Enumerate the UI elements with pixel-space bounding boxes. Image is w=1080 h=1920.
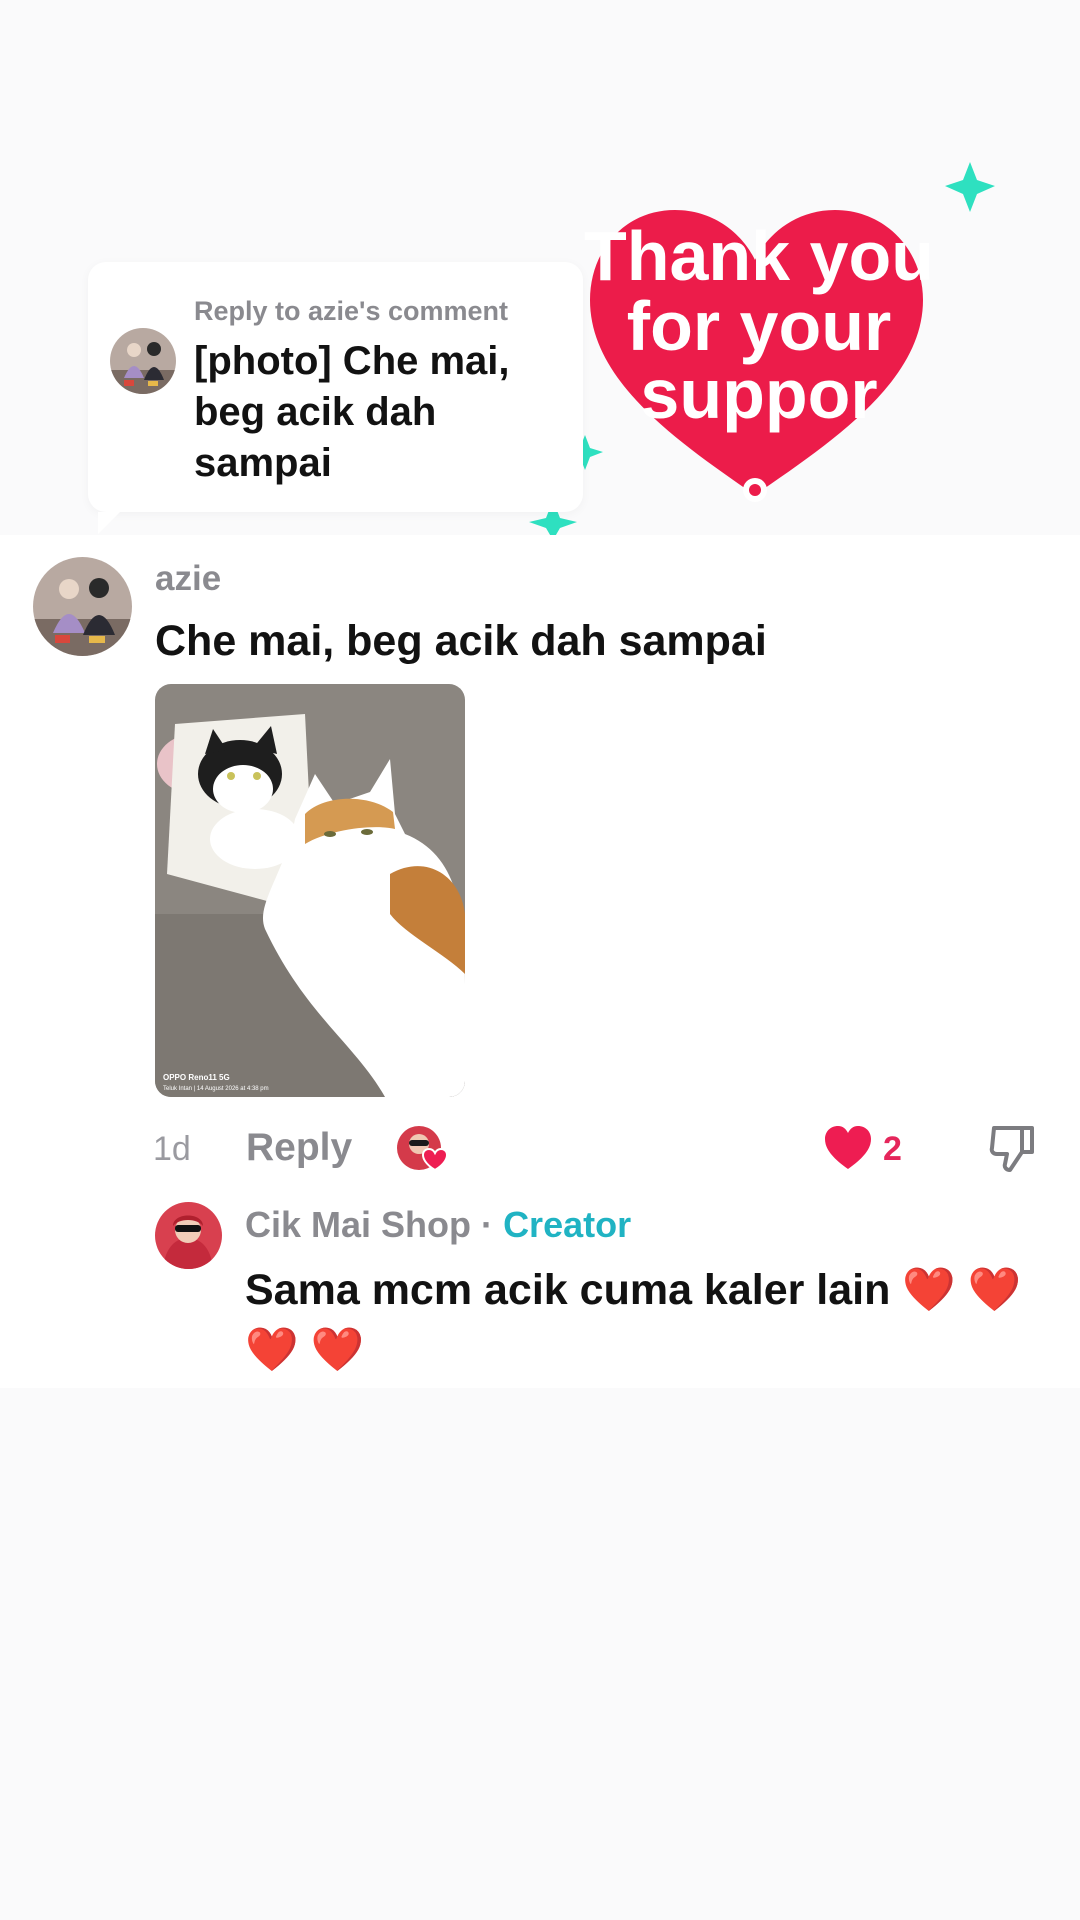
stage: Thank you for your suppor Reply to azie'… <box>0 0 1080 1920</box>
comment-text: Che mai, beg acik dah sampai <box>155 617 767 665</box>
creator-reply-author[interactable]: Cik Mai Shop <box>245 1204 471 1245</box>
dislike-icon[interactable] <box>988 1122 1038 1174</box>
creator-reply-author-line: Cik Mai Shop · Creator <box>245 1204 631 1246</box>
liked-by-creator-icon <box>395 1122 451 1174</box>
sticker-line3: suppor <box>640 355 877 433</box>
reply-button[interactable]: Reply <box>246 1126 352 1170</box>
commenter-avatar[interactable] <box>33 557 132 656</box>
like-count: 2 <box>883 1130 902 1168</box>
creator-avatar[interactable] <box>155 1202 222 1269</box>
comment-thread: azie Che mai, beg acik dah sampai OPPO R… <box>0 535 1080 1388</box>
author-separator: · <box>481 1204 494 1245</box>
photo-caption-line1: OPPO Reno11 5G <box>163 1073 230 1082</box>
reply-to-card: Reply to azie's comment [photo] Che mai,… <box>88 262 583 534</box>
thank-you-sticker: Thank you for your suppor <box>515 150 1015 540</box>
comment-time: 1d <box>153 1130 191 1168</box>
comment-actions: 1d Reply 2 <box>0 1120 1080 1180</box>
heart-icon[interactable] <box>823 1124 873 1172</box>
sticker-line1: Thank you <box>584 217 934 295</box>
sparkle-icon <box>945 162 995 212</box>
reply-to-text: [photo] Che mai, beg acik dah sampai <box>194 339 510 485</box>
sticker-line2: for your <box>627 287 891 365</box>
avatar <box>110 328 176 394</box>
comment-photo[interactable]: OPPO Reno11 5G Teluk Intan | 14 August 2… <box>155 684 465 1097</box>
creator-reply-text: Sama mcm acik cuma kaler lain ❤️ ❤️ ❤️ ❤… <box>245 1266 1022 1374</box>
reply-card-tail <box>98 512 120 534</box>
photo-caption-line2: Teluk Intan | 14 August 2026 at 4:38 pm <box>163 1086 269 1092</box>
creator-badge: Creator <box>503 1204 632 1245</box>
comment-author[interactable]: azie <box>155 559 221 599</box>
reply-to-header: Reply to azie's comment <box>194 296 509 326</box>
